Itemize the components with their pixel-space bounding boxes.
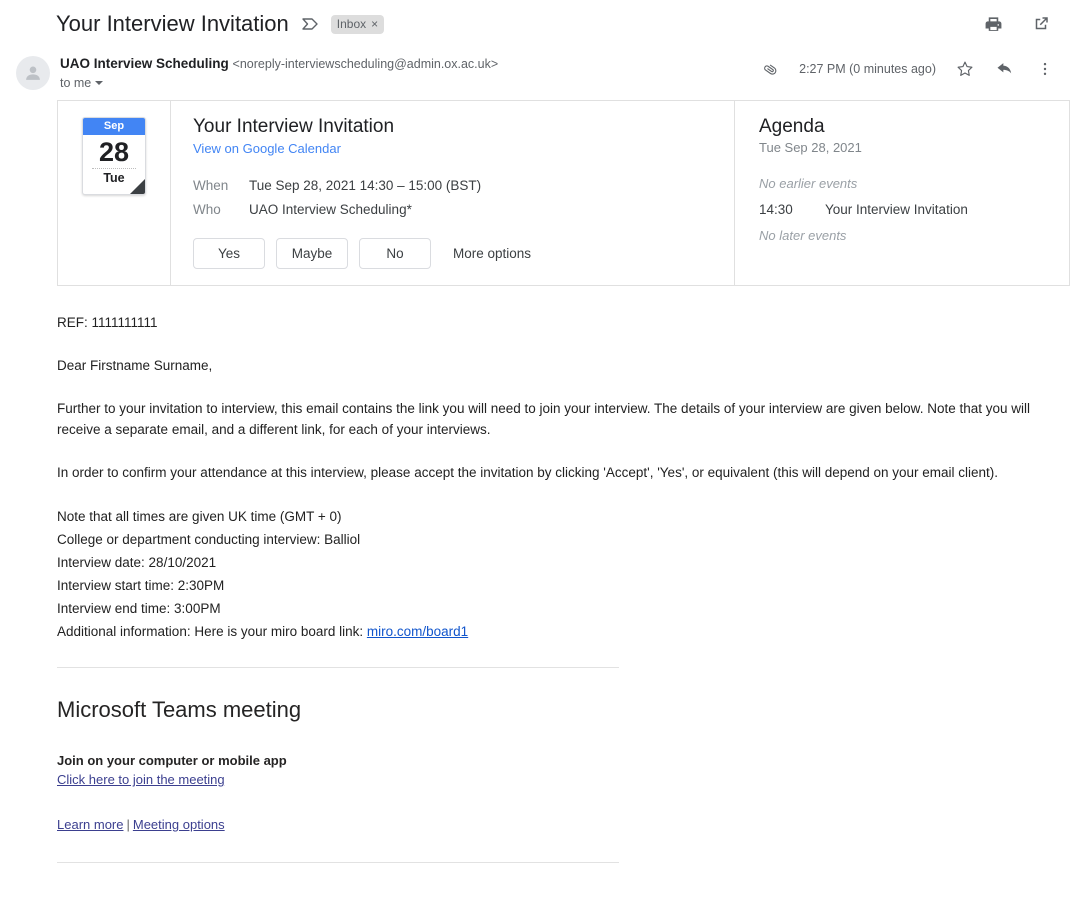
teams-join-meeting-link[interactable]: Click here to join the meeting bbox=[57, 770, 225, 789]
invite-row-who: Who UAO Interview Scheduling* bbox=[193, 198, 734, 222]
rsvp-yes-button[interactable]: Yes bbox=[193, 238, 265, 269]
chevron-down-icon[interactable] bbox=[95, 81, 103, 85]
agenda-event-title: Your Interview Invitation bbox=[825, 197, 968, 223]
detail-line-department: College or department conducting intervi… bbox=[57, 528, 1080, 551]
teams-secondary-links: Learn more| Meeting options bbox=[57, 815, 1080, 834]
invite-details: Your Interview Invitation View on Google… bbox=[171, 101, 735, 285]
more-vertical-icon[interactable] bbox=[1034, 58, 1056, 80]
detail-line-timezone: Note that all times are given UK time (G… bbox=[57, 505, 1080, 528]
header-actions bbox=[982, 13, 1056, 35]
subject-row: Your Interview Invitation Inbox × bbox=[0, 0, 1080, 40]
agenda-no-later-events: No later events bbox=[759, 223, 1069, 249]
interview-details-list: Note that all times are given UK time (G… bbox=[57, 505, 1080, 643]
calendar-date-chip: Sep 28 Tue bbox=[82, 117, 146, 195]
label-chip-remove-icon[interactable]: × bbox=[371, 17, 378, 31]
teams-divider bbox=[57, 862, 619, 863]
body-greeting: Dear Firstname Surname, bbox=[57, 355, 1063, 376]
detail-line-start-time: Interview start time: 2:30PM bbox=[57, 574, 1080, 597]
sender-name: UAO Interview Scheduling bbox=[60, 56, 229, 71]
teams-join-heading: Join on your computer or mobile app bbox=[57, 752, 1080, 770]
agenda-panel: Agenda Tue Sep 28, 2021 No earlier event… bbox=[735, 101, 1069, 285]
message-timestamp: 2:27 PM (0 minutes ago) bbox=[799, 62, 936, 76]
teams-meeting-options-link[interactable]: Meeting options bbox=[133, 815, 225, 834]
teams-learn-more-link[interactable]: Learn more bbox=[57, 815, 123, 834]
date-chip-day: 28 bbox=[99, 137, 129, 167]
invite-when-label: When bbox=[193, 174, 249, 198]
page-fold-icon bbox=[130, 179, 145, 194]
agenda-event-time: 14:30 bbox=[759, 197, 825, 223]
message-meta: 2:27 PM (0 minutes ago) bbox=[759, 54, 1056, 80]
reply-arrow-icon[interactable] bbox=[994, 58, 1016, 80]
agenda-no-earlier-events: No earlier events bbox=[759, 171, 1069, 197]
label-chip-inbox[interactable]: Inbox × bbox=[331, 15, 384, 34]
invite-who-label: Who bbox=[193, 198, 249, 222]
recipient-line[interactable]: to me bbox=[60, 74, 498, 92]
sender-email: <noreply-interviewscheduling@admin.ox.ac… bbox=[233, 57, 499, 71]
detail-line-end-time: Interview end time: 3:00PM bbox=[57, 597, 1080, 620]
page-title: Your Interview Invitation bbox=[56, 11, 289, 37]
agenda-date: Tue Sep 28, 2021 bbox=[759, 139, 1069, 157]
date-chip-weekday: Tue bbox=[103, 170, 124, 187]
invite-when-value: Tue Sep 28, 2021 14:30 – 15:00 (BST) bbox=[249, 174, 481, 198]
link-separator: | bbox=[126, 817, 129, 832]
body-ref: REF: 1111111111 bbox=[57, 312, 1063, 333]
agenda-title: Agenda bbox=[759, 115, 1069, 139]
paperclip-icon bbox=[759, 58, 781, 80]
date-chip-divider bbox=[92, 168, 136, 169]
rsvp-no-button[interactable]: No bbox=[359, 238, 431, 269]
label-chip-text: Inbox bbox=[337, 17, 366, 31]
sender-details: UAO Interview Scheduling <noreply-interv… bbox=[60, 54, 498, 92]
body-paragraph-2: In order to confirm your attendance at t… bbox=[57, 462, 1063, 483]
print-icon[interactable] bbox=[982, 13, 1004, 35]
important-marker-icon[interactable] bbox=[301, 15, 319, 33]
invite-field-rows: When Tue Sep 28, 2021 14:30 – 15:00 (BST… bbox=[193, 174, 734, 222]
date-chip-month: Sep bbox=[83, 118, 145, 135]
body-paragraph-1: Further to your invitation to interview,… bbox=[57, 398, 1063, 440]
open-in-new-window-icon[interactable] bbox=[1030, 13, 1052, 35]
recipient-text: to me bbox=[60, 74, 91, 92]
invite-date-column: Sep 28 Tue bbox=[58, 101, 171, 285]
additional-info-text: Additional information: Here is your mir… bbox=[57, 624, 367, 639]
invite-row-when: When Tue Sep 28, 2021 14:30 – 15:00 (BST… bbox=[193, 174, 734, 198]
teams-meeting-title: Microsoft Teams meeting bbox=[57, 696, 1080, 724]
agenda-event-item: 14:30 Your Interview Invitation bbox=[759, 197, 1069, 223]
more-options-button[interactable]: More options bbox=[453, 246, 531, 261]
detail-line-additional-info: Additional information: Here is your mir… bbox=[57, 620, 1080, 643]
avatar bbox=[16, 56, 50, 90]
calendar-invite-card: Sep 28 Tue Your Interview Invitation Vie… bbox=[57, 100, 1070, 286]
star-icon[interactable] bbox=[954, 58, 976, 80]
rsvp-maybe-button[interactable]: Maybe bbox=[276, 238, 348, 269]
body-divider bbox=[57, 667, 619, 668]
agenda-list: No earlier events 14:30 Your Interview I… bbox=[759, 171, 1069, 249]
invite-title: Your Interview Invitation bbox=[193, 115, 734, 139]
invite-who-value: UAO Interview Scheduling* bbox=[249, 198, 412, 222]
miro-board-link[interactable]: miro.com/board1 bbox=[367, 624, 468, 639]
sender-row: UAO Interview Scheduling <noreply-interv… bbox=[0, 40, 1080, 92]
detail-line-date: Interview date: 28/10/2021 bbox=[57, 551, 1080, 574]
rsvp-button-group: Yes Maybe No More options bbox=[193, 238, 734, 269]
sender-line: UAO Interview Scheduling <noreply-interv… bbox=[60, 55, 498, 73]
view-on-google-calendar-link[interactable]: View on Google Calendar bbox=[193, 140, 341, 158]
email-body: REF: 1111111111 Dear Firstname Surname, … bbox=[0, 286, 1080, 668]
teams-meeting-section: Microsoft Teams meeting Join on your com… bbox=[0, 696, 1080, 863]
